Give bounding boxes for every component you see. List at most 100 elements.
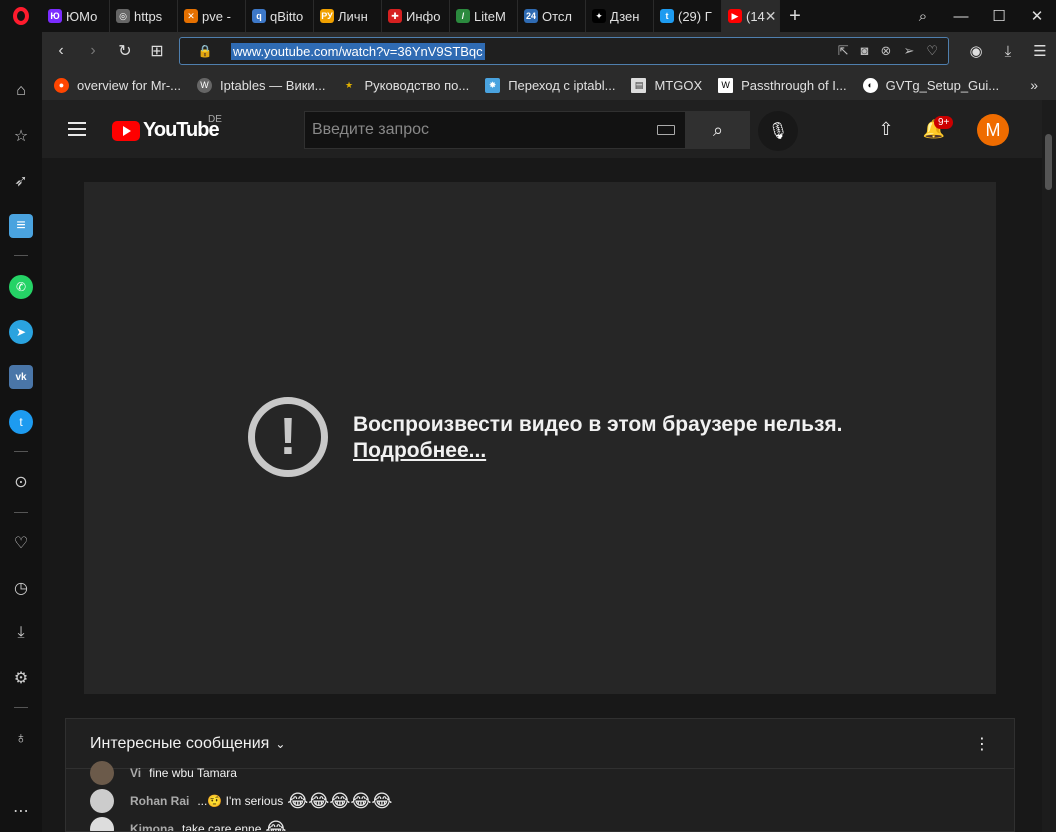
bookmark-item[interactable]: W Passthrough of I... (718, 77, 847, 93)
bookmark-item[interactable]: ✸ Переход с iptabl... (485, 77, 615, 93)
chat-text: ...🤨 I'm serious (197, 794, 284, 808)
learn-more-link[interactable]: Подробнее... (353, 438, 843, 464)
vk-icon[interactable]: vk (9, 365, 33, 389)
settings-gear-icon[interactable]: ⚙ (9, 666, 33, 690)
whatsapp-icon[interactable]: ✆ (9, 275, 33, 299)
bookmark-item[interactable]: ▤ MTGOX (631, 77, 702, 93)
notes-icon[interactable]: ≡ (9, 214, 33, 238)
opera-sidebar: ⌂ ☆ ➶ ≡ ✆ ➤ vk t ⊙ ♡ ◷ ⤓ ⚙ ♁ ⋯ (0, 32, 42, 832)
scrollbar-thumb[interactable] (1045, 134, 1052, 190)
tab-7[interactable]: / LiteM (450, 0, 518, 32)
search-box[interactable]: Введите запрос (304, 111, 686, 149)
bookmarks-star-icon[interactable]: ☆ (9, 124, 33, 148)
wiki-icon: W (197, 77, 213, 93)
heart-icon[interactable]: ♡ (9, 531, 33, 555)
rocket-icon[interactable]: ➶ (9, 169, 33, 193)
more-vertical-icon[interactable]: ⋮ (974, 734, 990, 754)
download-icon[interactable]: ⤓ (992, 35, 1024, 67)
tab-5[interactable]: РУ Личн (314, 0, 382, 32)
page-icon: ✸ (485, 77, 501, 93)
more-dots-icon[interactable]: ⋯ (9, 799, 33, 823)
tab-6[interactable]: ✚ Инфо (382, 0, 450, 32)
close-window-icon[interactable]: ✕ (1018, 0, 1056, 32)
new-tab-button[interactable]: + (780, 0, 810, 32)
account-icon[interactable]: ◉ (960, 35, 992, 67)
voice-search-icon[interactable]: 🎙 (758, 111, 798, 151)
easy-setup-icon[interactable]: ☰ (1024, 35, 1056, 67)
chevron-down-icon[interactable]: ⌄ (275, 737, 285, 751)
sidebar-divider (14, 707, 28, 708)
telegram-icon[interactable]: ➤ (9, 320, 33, 344)
lightbulb-icon[interactable]: ♁ (9, 727, 33, 751)
sidebar-divider (14, 451, 28, 452)
star-icon: ★ (344, 79, 354, 90)
player-icon[interactable]: ⊙ (9, 470, 33, 494)
chat-avatar (90, 789, 114, 813)
chat-mode-dropdown[interactable]: Интересные сообщения (90, 735, 269, 753)
share-icon[interactable]: ⇱ (838, 43, 849, 59)
search-button[interactable]: ⌕ (686, 111, 750, 149)
chat-emoji: 😂😂😂😂😂 (287, 790, 393, 811)
chat-message: Vi fine wbu Tamara (90, 761, 237, 785)
bookmark-item[interactable]: ◐ GVTg_Setup_Gui... (862, 77, 999, 93)
downloads-icon[interactable]: ⤓ (9, 621, 33, 645)
youtube-logo[interactable]: YouTube DE (112, 114, 222, 142)
chat-avatar (90, 817, 114, 831)
snapshot-camera-icon[interactable]: ◙ (861, 43, 869, 59)
chat-text: fine wbu Tamara (149, 766, 237, 780)
tab-2[interactable]: ◎ https (110, 0, 178, 32)
bookmark-item[interactable]: ★ Руководство по... (342, 78, 469, 93)
tab-9[interactable]: ✦ Дзен (586, 0, 654, 32)
lock-icon[interactable]: 🔒 (192, 44, 218, 58)
search-placeholder[interactable]: Введите запрос (305, 121, 429, 139)
bookmark-item[interactable]: ● overview for Mr-... (54, 77, 181, 93)
opera-logo-icon[interactable] (0, 0, 42, 32)
block-ads-icon[interactable]: ⊗ (881, 43, 892, 59)
favorite-heart-icon[interactable]: ♡ (926, 43, 938, 59)
twitter-icon: t (660, 9, 674, 23)
history-clock-icon[interactable]: ◷ (9, 576, 33, 600)
info-icon: ✚ (388, 9, 402, 23)
youtube-header: YouTube DE Введите запрос ⌕ 🎙 ⇧ 🔔 9+ M (42, 100, 1042, 158)
minimize-icon[interactable]: — (942, 0, 980, 32)
chat-message: Rohan Rai ...🤨 I'm serious 😂😂😂😂😂 (90, 789, 392, 813)
guide-menu-icon[interactable] (68, 122, 86, 140)
reload-icon[interactable]: ↻ (109, 35, 141, 67)
home-icon[interactable]: ⌂ (9, 79, 33, 103)
tab-8[interactable]: 24 Отсл (518, 0, 586, 32)
close-tab-icon[interactable]: ✕ (765, 8, 777, 25)
twitter-sidebar-icon[interactable]: t (9, 410, 33, 434)
address-field[interactable]: 🔒 www.youtube.com/watch?v=36YnV9STBqc ⇱ … (179, 37, 949, 65)
error-exclamation-icon: ! (248, 397, 328, 477)
youtube-page: YouTube DE Введите запрос ⌕ 🎙 ⇧ 🔔 9+ M !… (42, 100, 1042, 832)
proxmox-icon: ✕ (184, 9, 198, 23)
tab-10[interactable]: t (29) Г (654, 0, 722, 32)
tab-active-youtube[interactable]: ▶ (14 ✕ (722, 0, 780, 32)
chat-author: Rohan Rai (130, 794, 190, 808)
bookmark-item[interactable]: W Iptables — Вики... (197, 77, 326, 93)
error-message: Воспроизвести видео в этом браузере нель… (353, 413, 843, 436)
error-message-block: Воспроизвести видео в этом браузере нель… (353, 412, 843, 464)
live-chat: Интересные сообщения ⌄ ⋮ Vi fine wbu Tam… (65, 718, 1015, 832)
speed-dial-grid-icon[interactable]: ⊞ (141, 35, 173, 67)
litemanager-icon: / (456, 9, 470, 23)
page-scrollbar[interactable] (1042, 100, 1056, 832)
tab-4[interactable]: q qBitto (246, 0, 314, 32)
keyboard-icon[interactable] (657, 125, 675, 135)
search-tabs-icon[interactable]: ⌕ (904, 0, 942, 32)
toolbar-right: ◉ ⤓ ☰ (960, 35, 1056, 67)
upload-icon[interactable]: ⇧ (874, 117, 898, 141)
back-icon[interactable]: ‹ (45, 35, 77, 67)
chat-emoji: 😂 (265, 818, 287, 832)
video-player[interactable]: ! Воспроизвести видео в этом браузере не… (84, 182, 996, 694)
address-toolbar: ‹ › ↻ ⊞ 🔒 www.youtube.com/watch?v=36YnV9… (42, 32, 1056, 70)
bookmarks-overflow-icon[interactable]: » (1030, 77, 1038, 93)
send-icon[interactable]: ➢ (903, 43, 914, 59)
forward-icon[interactable]: › (77, 35, 109, 67)
youtube-icon: ▶ (728, 9, 742, 23)
tab-3[interactable]: ✕ pve - (178, 0, 246, 32)
tab-1[interactable]: Ю ЮМо (42, 0, 110, 32)
url-text[interactable]: www.youtube.com/watch?v=36YnV9STBqc (231, 42, 485, 60)
maximize-icon[interactable]: ☐ (980, 0, 1018, 32)
avatar[interactable]: M (977, 114, 1009, 146)
